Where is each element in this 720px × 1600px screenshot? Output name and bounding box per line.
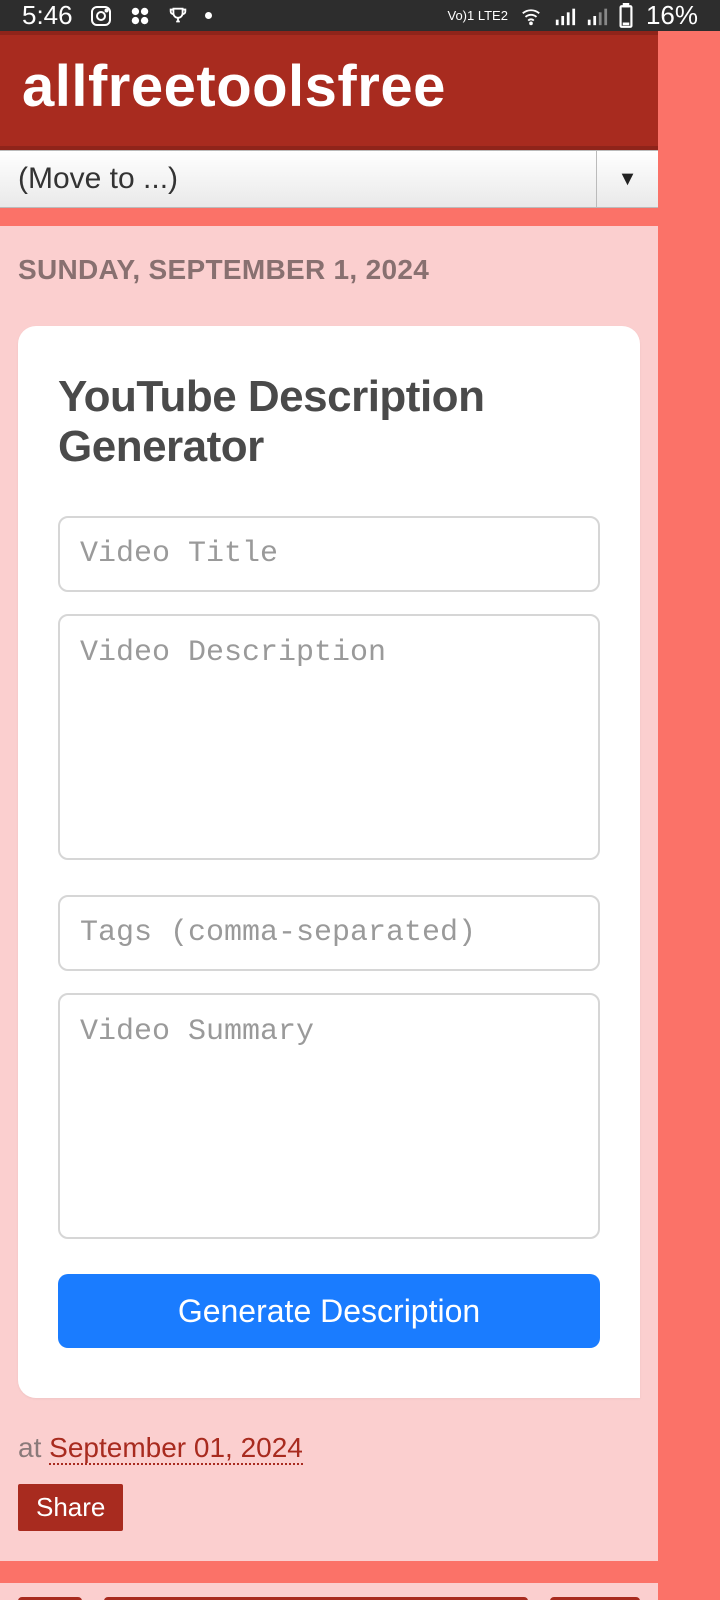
generate-button[interactable]: Generate Description [58,1274,600,1348]
tags-input[interactable] [58,895,600,971]
post-timestamp-link[interactable]: September 01, 2024 [49,1432,303,1465]
video-title-input[interactable] [58,516,600,592]
main-column: allfreetoolsfree (Move to ...) ▼ SUNDAY,… [0,31,658,1600]
wifi-icon [518,5,544,27]
battery-percentage: 16% [646,0,698,31]
content-area: SUNDAY, SEPTEMBER 1, 2024 YouTube Descri… [0,226,658,1561]
share-button[interactable]: Share [18,1484,123,1531]
video-summary-input[interactable] [58,993,600,1239]
site-title[interactable]: allfreetoolsfree [22,53,636,120]
nav-dropdown[interactable]: (Move to ...) ▼ [0,150,658,208]
page: allfreetoolsfree (Move to ...) ▼ SUNDAY,… [0,31,720,1600]
clock: 5:46 [22,0,73,31]
signal2-icon [586,5,608,27]
spacer [0,208,658,226]
apps-icon [129,5,151,27]
site-header: allfreetoolsfree [0,31,658,150]
chevron-down-icon[interactable]: ▼ [596,151,658,207]
status-bar: 5:46 Vo)1 LTE2 16% [0,0,720,31]
divider [0,1561,658,1583]
status-left: 5:46 [22,0,212,31]
network-label: Vo)1 LTE2 [447,9,507,22]
footer-buttons-row [0,1583,658,1600]
instagram-icon [89,4,113,28]
right-gutter [658,31,720,1600]
signal-icon [554,5,576,27]
trophy-icon [167,5,189,27]
dot-icon [205,12,212,19]
card-title: YouTube Description Generator [58,372,600,472]
battery-icon [618,3,634,29]
post-date-heading: SUNDAY, SEPTEMBER 1, 2024 [18,254,640,286]
generator-card: YouTube Description Generator Generate D… [18,326,640,1398]
post-meta: at September 01, 2024 [18,1432,640,1464]
meta-prefix: at [18,1432,49,1463]
nav-dropdown-label: (Move to ...) [0,162,596,196]
video-description-input[interactable] [58,614,600,860]
status-right: Vo)1 LTE2 16% [447,0,698,31]
